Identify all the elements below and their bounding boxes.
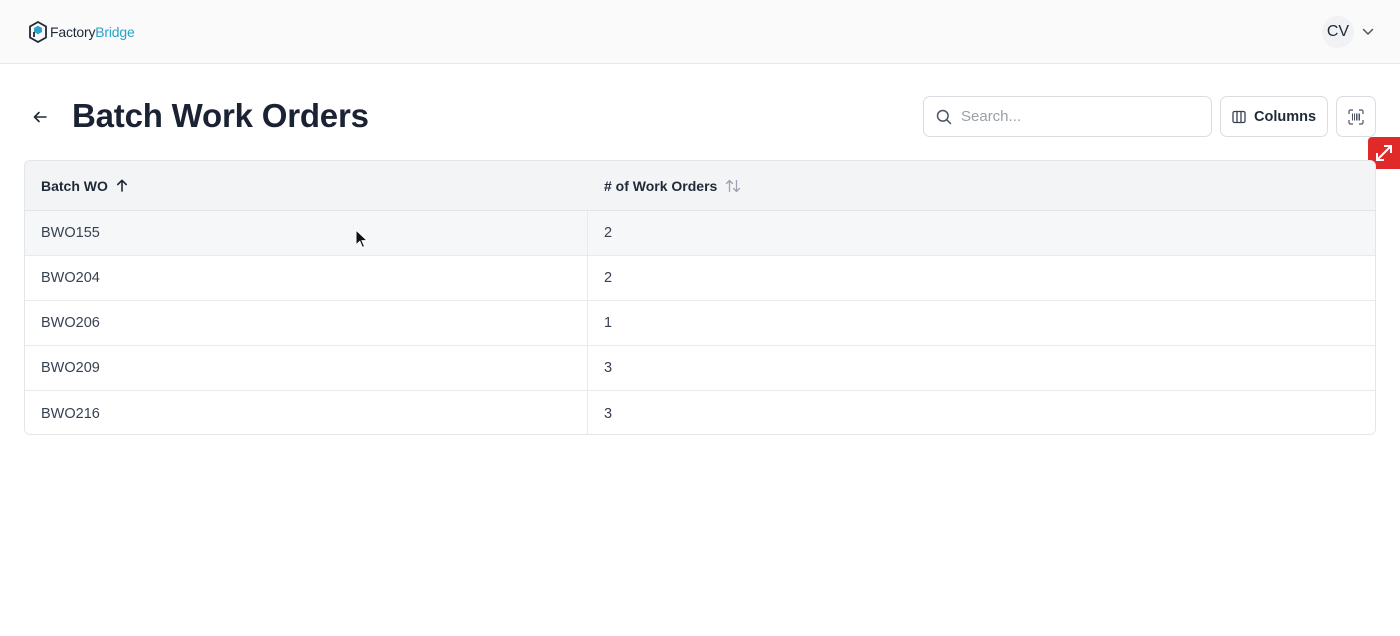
logo-text-factory: Factory: [50, 24, 96, 40]
table-row[interactable]: BWO155 2: [25, 211, 1375, 256]
cell-batch-wo: BWO204: [25, 256, 588, 300]
cell-work-order-count: 1: [604, 315, 613, 331]
columns-button-label: Columns: [1253, 108, 1317, 125]
factorybridge-logo-icon: [29, 21, 47, 43]
cell-work-order-count: 3: [604, 405, 613, 422]
cell-work-order-count: 3: [604, 360, 613, 376]
column-header-batch-wo[interactable]: Batch WO: [25, 178, 588, 194]
columns-icon: [1232, 110, 1246, 123]
cell-batch-wo: BWO216: [25, 391, 588, 434]
cell-work-order-count: 2: [604, 270, 613, 286]
factorybridge-logo[interactable]: FactoryBridge: [29, 20, 135, 44]
cell-batch-wo: BWO206: [25, 301, 588, 345]
cell-work-order-count: 2: [604, 225, 613, 241]
search-input[interactable]: [961, 108, 1201, 125]
sort-ascending-icon[interactable]: [116, 179, 128, 192]
page-title: Batch Work Orders: [72, 97, 369, 134]
scan-barcode-icon: [1348, 108, 1364, 125]
user-menu[interactable]: CV: [1322, 16, 1374, 48]
column-header-work-order-count[interactable]: # of Work Orders: [588, 178, 741, 194]
batch-work-orders-table: Batch WO # of Work Orders BWO155 2 BWO20…: [24, 160, 1376, 435]
logo-text-bridge: Bridge: [95, 24, 135, 40]
table-row[interactable]: BWO204 2: [25, 256, 1375, 301]
table-row[interactable]: BWO206 1: [25, 301, 1375, 346]
column-header-label: # of Work Orders: [604, 177, 718, 194]
table-row[interactable]: BWO216 3: [25, 391, 1375, 434]
search-box[interactable]: [923, 96, 1212, 137]
column-header-label: Batch WO: [41, 177, 108, 194]
columns-button[interactable]: Columns: [1220, 96, 1328, 137]
table-row[interactable]: BWO209 3: [25, 346, 1375, 391]
top-navigation-bar: FactoryBridge CV: [0, 0, 1400, 64]
search-icon: [936, 109, 952, 124]
scan-barcode-button[interactable]: [1336, 96, 1376, 137]
sort-toggle-icon[interactable]: [725, 179, 741, 193]
expand-arrows-icon: [1376, 145, 1392, 161]
back-button[interactable]: [29, 106, 51, 128]
user-avatar[interactable]: CV: [1322, 16, 1354, 48]
mouse-cursor-icon: [355, 229, 369, 249]
table-header-row: Batch WO # of Work Orders: [25, 161, 1375, 211]
cell-batch-wo: BWO209: [25, 346, 588, 390]
cell-batch-wo: BWO155: [25, 211, 588, 255]
arrow-left-icon: [33, 111, 47, 123]
logo-text: FactoryBridge: [50, 24, 135, 40]
chevron-down-icon[interactable]: [1362, 28, 1374, 36]
